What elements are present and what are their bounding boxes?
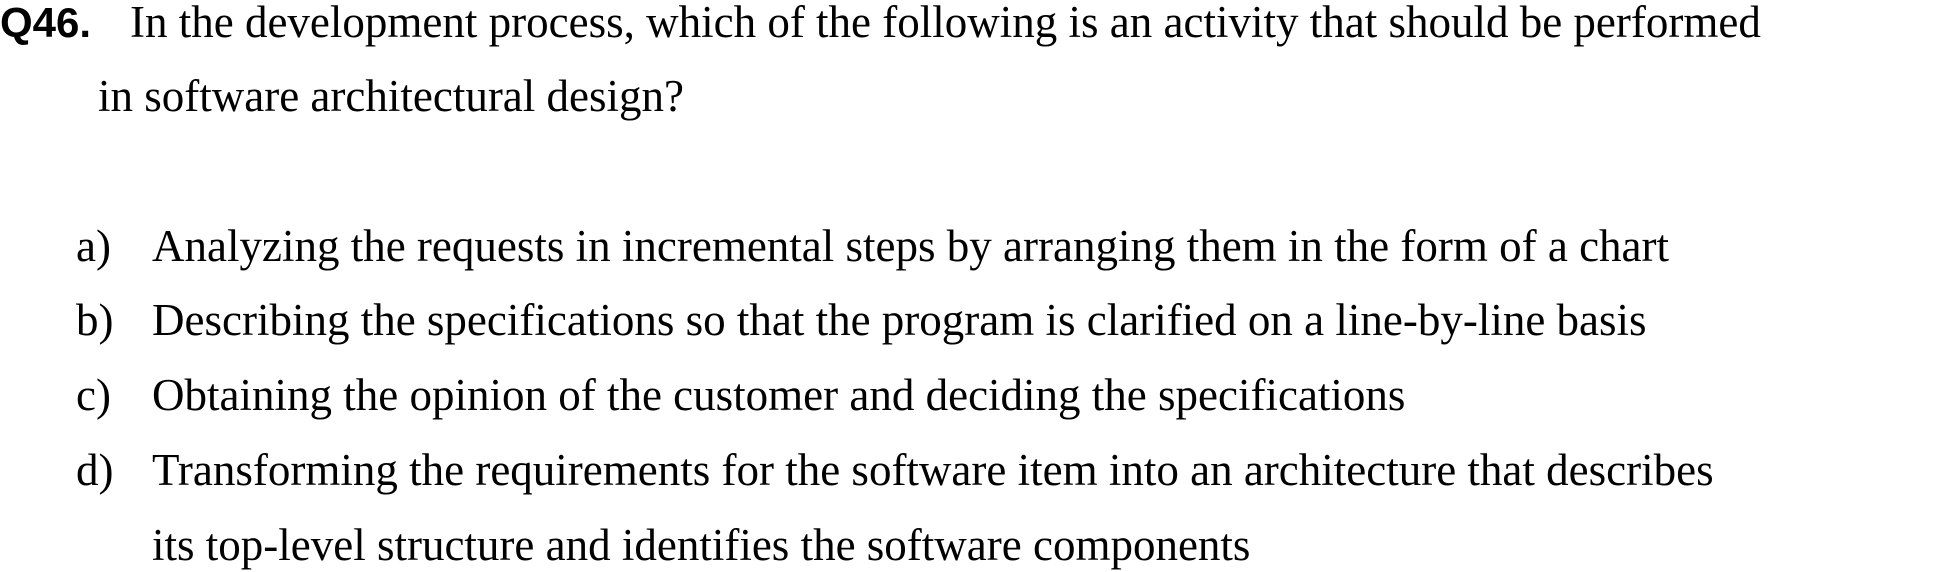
option-c-label: c) <box>76 370 111 420</box>
option-a-text: Analyzing the requests in incremental st… <box>152 221 1670 271</box>
question-text-line-2: in software architectural design? <box>98 71 684 121</box>
option-b-label: b) <box>76 295 114 345</box>
option-d-text-line-1: Transforming the requirements for the so… <box>152 445 1714 495</box>
option-d-label: d) <box>76 445 114 495</box>
option-d-text-line-2: its top-level structure and identifies t… <box>152 520 1251 570</box>
option-b-text: Describing the specifications so that th… <box>152 295 1647 345</box>
question-text-line-1: In the development process, which of the… <box>130 0 1761 47</box>
option-a-label: a) <box>76 221 111 271</box>
option-c-text: Obtaining the opinion of the customer an… <box>152 370 1406 420</box>
question-number: Q46. <box>0 0 92 46</box>
